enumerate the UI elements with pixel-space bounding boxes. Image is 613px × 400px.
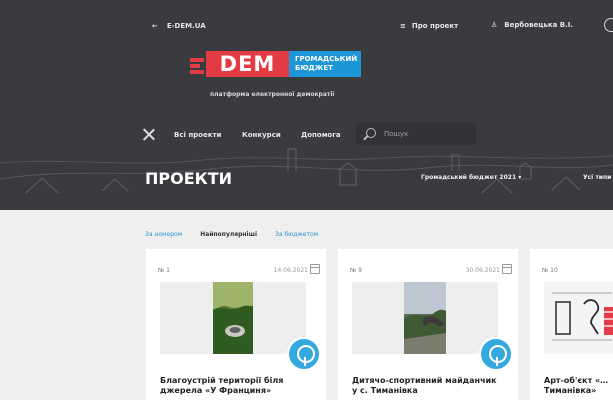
project-number: № 10 [542, 267, 558, 274]
photo-svg [404, 282, 446, 354]
nav-help[interactable]: Допомога [301, 131, 341, 139]
arrow-left-icon: ← [152, 22, 158, 30]
nav-all-projects[interactable]: Всі проекти [174, 131, 221, 139]
project-title[interactable]: Благоустрій території біля джерела «У Фр… [160, 376, 310, 396]
project-date: 30.06.2021 [465, 267, 500, 274]
logo-stripe-top [190, 58, 204, 62]
logo-stripe-middle [190, 64, 200, 68]
project-number: № 9 [350, 267, 362, 274]
user-name: Вербовецька В.І. [504, 21, 574, 29]
chevron-down-icon: ▾ [518, 174, 522, 181]
project-title[interactable]: Дитячо-спортивний майданчик у с. Тиманів… [352, 376, 502, 396]
logo-tagline: платформа електронної демократії [210, 91, 335, 98]
budget-filter-value: Громадський бюджет 2021 [421, 174, 517, 181]
logo-budget-line-2: БЮДЖЕТ [295, 64, 333, 72]
about-project-link[interactable]: ≡ Про проект [400, 22, 458, 30]
calendar-icon [310, 264, 320, 274]
project-number: № 1 [158, 267, 170, 274]
award-badge-icon [287, 337, 321, 371]
page-title: ПРОЕКТИ [145, 169, 233, 188]
search-placeholder: Пошук [384, 130, 409, 138]
logo-stripe-bottom [190, 70, 204, 74]
back-link-label: E-DEM.UA [166, 22, 206, 30]
type-filter[interactable]: Усі типи [583, 174, 611, 181]
budget-filter[interactable]: Громадський бюджет 2021 ▾ [421, 174, 521, 181]
logo-budget-text: ГРОМАДСЬКИЙ БЮДЖЕТ [289, 51, 361, 77]
page-root: ← E-DEM.UA ≡ Про проект ♙ Вербовецька В.… [0, 0, 613, 400]
main-navigation: Всі проекти Конкурси Допомога Пошук [142, 123, 482, 147]
drawing-svg [544, 282, 613, 354]
user-menu[interactable]: ♙ Вербовецька В.І. [491, 21, 573, 29]
nav-contests[interactable]: Конкурси [242, 131, 281, 139]
project-photo [404, 282, 446, 354]
project-image[interactable] [544, 282, 613, 354]
project-card[interactable]: № 1 14.06.2021 Благоустрій території біл… [146, 249, 326, 400]
search-icon [366, 128, 376, 138]
menu-lines-icon: ≡ [400, 22, 406, 30]
logo-budget-line-1: ГРОМАДСЬКИЙ [295, 55, 358, 63]
project-photo [213, 282, 253, 354]
sort-popular[interactable]: Найпопулярніші [200, 231, 257, 238]
sort-by-number[interactable]: За номером [145, 231, 182, 238]
project-drawing [544, 282, 613, 354]
top-bar: ← E-DEM.UA ≡ Про проект ♙ Вербовецька В.… [0, 0, 613, 56]
back-to-site-link[interactable]: ← E-DEM.UA [152, 22, 206, 30]
settings-icon[interactable] [604, 18, 613, 32]
about-link-label: Про проект [411, 22, 459, 30]
project-image[interactable] [352, 282, 498, 354]
project-image[interactable] [160, 282, 306, 354]
search-input[interactable]: Пошук [356, 123, 476, 145]
calendar-icon [502, 264, 512, 274]
sort-options: За номером Найпопулярніші За бюджетом [145, 231, 318, 238]
project-title[interactable]: Арт-об'єкт «… Тиманівка» [544, 376, 613, 396]
award-badge-icon [479, 337, 513, 371]
close-icon[interactable] [142, 128, 155, 141]
photo-svg [213, 282, 253, 354]
project-card[interactable]: № 10 Арт-об'єкт «… Тиманівка» [530, 249, 613, 400]
sort-by-budget[interactable]: За бюджетом [275, 231, 318, 238]
user-icon: ♙ [491, 21, 498, 29]
project-date: 14.06.2021 [273, 267, 308, 274]
project-card[interactable]: № 9 30.06.2021 Дитячо-спортивний майданч… [338, 249, 518, 400]
brand-logo[interactable]: DEM ГРОМАДСЬКИЙ БЮДЖЕТ [190, 51, 370, 93]
logo-dem: DEM [206, 51, 289, 77]
header-section: ← E-DEM.UA ≡ Про проект ♙ Вербовецька В.… [0, 0, 613, 210]
